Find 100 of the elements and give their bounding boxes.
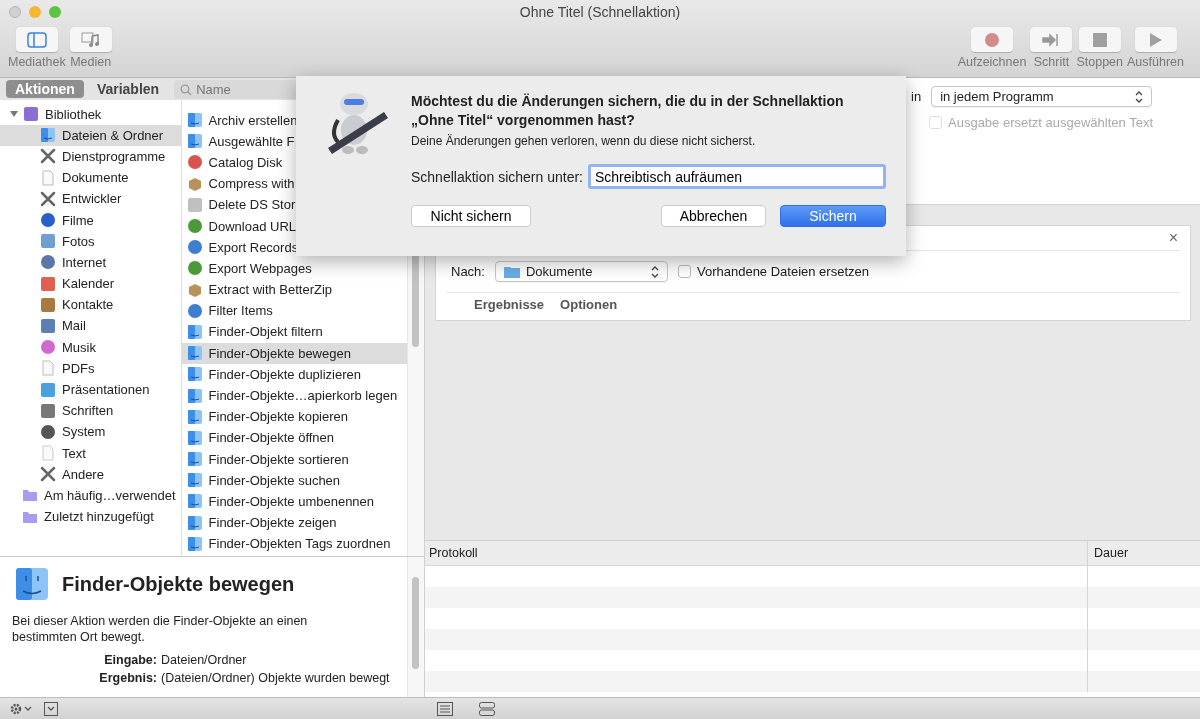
category-item[interactable]: Präsentationen [0, 378, 181, 401]
category-item[interactable]: Kontakte [0, 294, 181, 316]
cross-icon [40, 466, 56, 483]
close-button[interactable] [9, 6, 21, 18]
scrollbar-thumb[interactable] [412, 577, 419, 669]
library-tab[interactable]: Variablen [87, 80, 169, 99]
cancel-button[interactable]: Abbrechen [661, 205, 766, 227]
tile-icon [40, 317, 56, 334]
finder-icon [186, 323, 203, 340]
category-item[interactable]: Am häufig…verwendet [0, 484, 181, 507]
action-item[interactable]: Finder-Objekte suchen [181, 469, 407, 491]
action-item[interactable]: Catalog Disk [181, 151, 407, 174]
column-header[interactable]: Protokoll [425, 541, 1088, 565]
tile-icon [23, 106, 39, 123]
circle-icon [40, 254, 56, 271]
category-item[interactable]: PDFs [0, 357, 181, 379]
folder-icon [503, 265, 520, 278]
category-item[interactable]: Filme [0, 209, 181, 231]
action-item[interactable]: Finder-Objekte duplizieren [181, 363, 407, 385]
action-item[interactable]: Finder-Objekte sortieren [181, 448, 407, 470]
dialog-title: Möchtest du die Änderungen sichern, die du in der Schnellaktion „Ohne Titel“ vorgenommen hast? [411, 92, 845, 130]
checkbox-label: Ausgabe ersetzt ausgewählten Text [948, 115, 1153, 130]
action-item[interactable]: Finder-Objekte öffnen [181, 427, 407, 449]
category-item[interactable]: Schriften [0, 400, 181, 422]
action-item[interactable]: Archiv erstellen [181, 109, 407, 131]
cross-icon [40, 148, 56, 165]
category-item[interactable]: Musik [0, 336, 181, 358]
action-item[interactable]: Export Webpages [181, 257, 407, 279]
action-item[interactable]: Finder-Objekte umbenennen [181, 490, 407, 513]
category-item[interactable]: Entwickler [0, 188, 181, 210]
category-item[interactable]: Dienstprogramme [0, 145, 181, 168]
category-item[interactable]: System [0, 421, 181, 443]
category-item[interactable]: Fotos [0, 230, 181, 252]
finder-icon [186, 535, 203, 552]
zoom-button[interactable] [49, 6, 61, 18]
action-item[interactable]: Finder-Objekt filtern [181, 321, 407, 343]
action-item[interactable]: Finder-Objekten Tags zuordnen [181, 533, 407, 555]
field-label: Schnellaktion sichern unter: [411, 168, 583, 185]
circle-icon [186, 154, 203, 171]
category-item[interactable]: Mail [0, 315, 181, 337]
finder-icon [186, 366, 203, 383]
search-icon [180, 83, 193, 96]
tile-icon [186, 196, 203, 213]
gear-icon[interactable] [10, 702, 34, 715]
finder-icon [186, 133, 203, 150]
collapse-icon[interactable] [44, 701, 58, 716]
split-view-icon[interactable] [479, 701, 495, 716]
category-item[interactable]: Bibliothek [0, 103, 181, 125]
action-item[interactable]: Extract with BetterZip [181, 279, 407, 301]
finder-icon [186, 112, 203, 129]
finder-icon [186, 514, 203, 531]
finder-icon [186, 345, 203, 362]
tile-icon [40, 402, 56, 419]
stop-icon [1092, 32, 1107, 47]
category-item[interactable]: Text [0, 442, 181, 464]
category-item[interactable]: Dateien & Ordner [0, 124, 181, 146]
updown-icon [1135, 90, 1144, 103]
updown-icon [650, 265, 659, 278]
finder-icon [186, 472, 203, 489]
finder-icon [186, 451, 203, 468]
action-item[interactable]: Finder-Objekte kopieren [181, 406, 407, 428]
card-tab[interactable]: Optionen [556, 297, 624, 312]
music-note-icon [80, 31, 101, 48]
field-label: Ergebnis: [98, 670, 157, 687]
action-item[interactable]: Download URL [181, 215, 407, 237]
dont-save-button[interactable]: Nicht sichern [411, 205, 531, 227]
checkbox-label: Vorhandene Dateien ersetzen [696, 264, 869, 279]
finder-icon [186, 493, 203, 510]
minimize-button[interactable] [29, 6, 41, 18]
category-item[interactable]: Kalender [0, 273, 181, 295]
action-item[interactable]: Delete DS Stor [181, 194, 407, 216]
cross-icon [40, 190, 56, 207]
action-item[interactable]: Filter Items [181, 300, 407, 322]
destination-popup[interactable]: Dokumente [494, 261, 668, 282]
finder-icon [15, 567, 49, 601]
action-item[interactable]: Finder-Objekte zeigen [181, 512, 407, 534]
category-item[interactable]: Zuletzt hinzugefügt [0, 506, 181, 528]
action-item[interactable]: Export Records [181, 236, 407, 258]
folder-icon [22, 487, 38, 504]
column-header[interactable]: Dauer [1088, 546, 1129, 560]
circle-icon [186, 218, 203, 234]
close-button[interactable]: × [1166, 229, 1180, 247]
action-item[interactable]: Finder-Objekte…apierkorb legen [181, 384, 407, 407]
list-icon[interactable] [437, 701, 453, 716]
dialog-message: Deine Änderungen gehen verloren, wenn du diese nicht sicherst. [411, 134, 757, 148]
category-item[interactable]: Internet [0, 251, 181, 273]
category-item[interactable]: Andere [0, 463, 181, 485]
filename-field[interactable]: Schreibtisch aufräumen [588, 164, 886, 189]
action-item[interactable]: Finder-Objekte bewegen [181, 342, 407, 364]
record-icon [984, 31, 1001, 48]
circle-icon [186, 239, 203, 256]
application-popup[interactable]: in jedem Programm [931, 86, 1153, 107]
sidebar-icon [26, 31, 47, 48]
checkbox[interactable] [677, 265, 691, 278]
field-label: Eingabe: [103, 652, 157, 669]
category-item[interactable]: Dokumente [0, 167, 181, 189]
action-item[interactable]: Ausgewählte F [181, 130, 407, 152]
action-item[interactable]: Compress with [181, 173, 407, 195]
save-button[interactable]: Sichern [780, 205, 886, 227]
card-tab[interactable]: Ergebnisse [470, 297, 551, 312]
